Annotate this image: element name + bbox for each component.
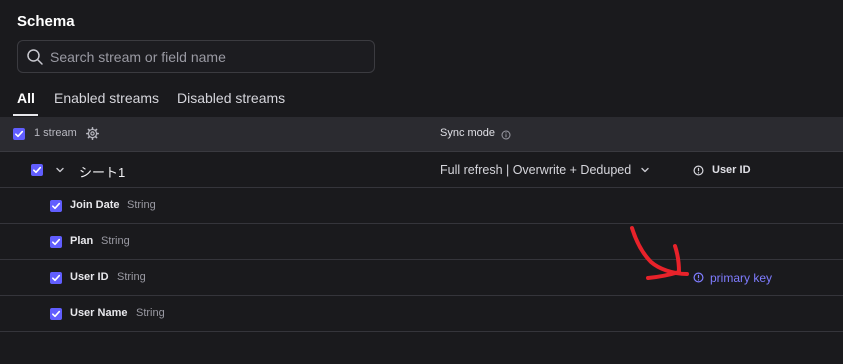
tab-all[interactable]: All [13,90,38,116]
table-header: 1 stream Sync mode [0,117,843,152]
field-type: String [101,235,130,247]
stream-name: シート1 [79,165,126,180]
annotation-arrow [630,226,689,280]
stream-primary-key: User ID [712,164,751,176]
chevron-down-icon[interactable] [640,165,650,175]
chevron-down-icon[interactable] [55,165,65,175]
field-type: String [136,307,165,319]
field-name: User Name [70,307,128,319]
field-name: Plan [70,235,94,247]
field-row[interactable]: User ID String primary key [0,260,843,296]
stream-count: 1 stream [34,127,77,139]
tab-disabled-streams[interactable]: Disabled streams [177,90,285,116]
search-input[interactable] [50,41,370,72]
field-name: User ID [70,271,109,283]
field-row[interactable]: User Name String [0,296,843,332]
search-box[interactable] [17,40,375,73]
field-row[interactable]: Plan String [0,224,843,260]
search-icon [27,49,43,65]
select-all-checkbox[interactable] [13,128,25,140]
key-info-icon[interactable] [693,272,704,283]
info-icon[interactable] [501,130,511,140]
field-checkbox[interactable] [50,236,62,248]
field-type: String [117,271,146,283]
primary-key-toggle[interactable]: primary key [710,271,772,285]
field-name: Join Date [70,199,120,211]
field-checkbox[interactable] [50,308,62,320]
stream-row[interactable]: シート1 Full refresh | Overwrite + Deduped … [0,152,843,188]
gear-icon[interactable] [86,127,99,140]
key-info-icon [693,165,704,176]
field-row[interactable]: Join Date String [0,188,843,224]
field-type: String [127,199,156,211]
field-checkbox[interactable] [50,272,62,284]
stream-checkbox[interactable] [31,164,43,176]
stream-filter-tabs: All Enabled streams Disabled streams [0,90,843,118]
page-title: Schema [17,13,75,30]
schema-panel: Schema All Enabled streams Disabled stre… [0,0,843,364]
sync-mode-select[interactable]: Full refresh | Overwrite + Deduped [440,163,631,177]
sync-mode-header: Sync mode [440,127,496,139]
field-checkbox[interactable] [50,200,62,212]
tab-enabled-streams[interactable]: Enabled streams [54,90,159,116]
